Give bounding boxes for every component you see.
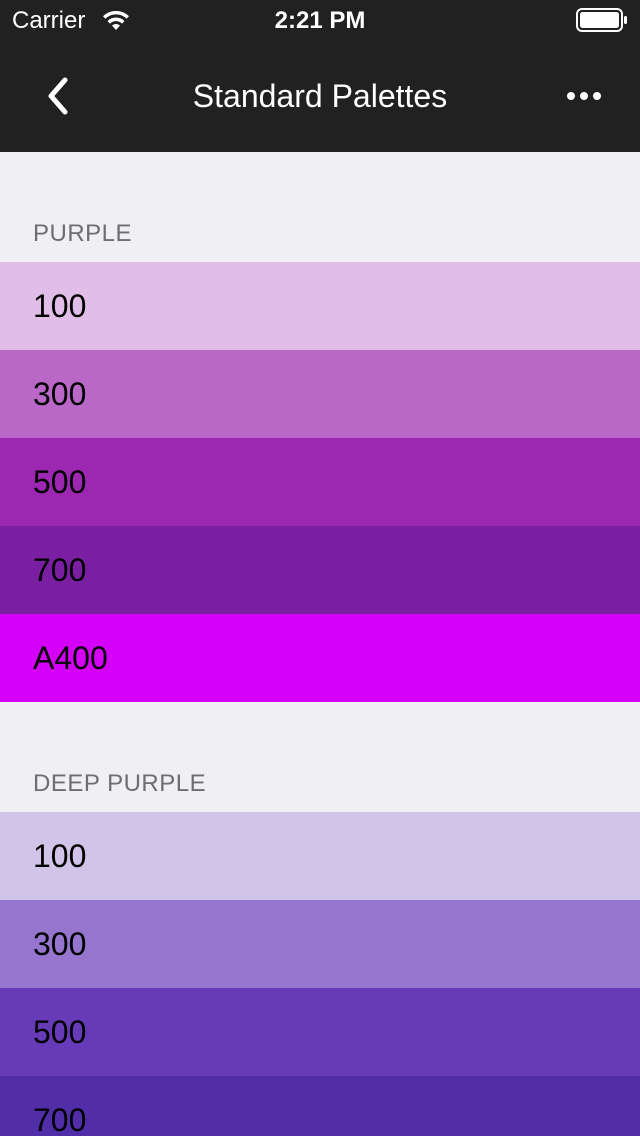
swatch-row[interactable]: 700: [0, 1076, 640, 1136]
swatch-label: 500: [33, 1013, 87, 1050]
swatch-row[interactable]: A400: [0, 614, 640, 702]
section-title: DEEP PURPLE: [33, 770, 207, 797]
swatch-label: 700: [33, 1101, 87, 1136]
swatch-row[interactable]: 300: [0, 900, 640, 988]
swatch-row[interactable]: 500: [0, 988, 640, 1076]
section-title: PURPLE: [33, 220, 133, 247]
swatch-label: A400: [33, 639, 108, 676]
swatch-label: 500: [33, 463, 87, 500]
swatch-label: 700: [33, 551, 87, 588]
section-header-purple: PURPLE: [0, 152, 640, 262]
swatch-row[interactable]: 500: [0, 438, 640, 526]
back-button[interactable]: [30, 62, 86, 130]
status-bar: Carrier 2:21 PM: [0, 0, 640, 40]
chevron-left-icon: [48, 77, 68, 115]
navigation-bar: Standard Palettes: [0, 40, 640, 152]
swatch-row[interactable]: 700: [0, 526, 640, 614]
battery-icon: [576, 8, 627, 32]
swatch-row[interactable]: 300: [0, 350, 640, 438]
more-horizontal-icon: [567, 92, 601, 100]
swatch-label: 300: [33, 925, 87, 962]
page-title: Standard Palettes: [192, 78, 448, 114]
swatch-row[interactable]: 100: [0, 812, 640, 900]
swatch-label: 300: [33, 375, 87, 412]
swatch-label: 100: [33, 287, 87, 324]
swatch-label: 100: [33, 837, 87, 874]
palette-list[interactable]: PURPLE 100 300 500 700 A400 DEEP PURPLE …: [0, 152, 640, 1136]
status-time: 2:21 PM: [274, 7, 366, 34]
swatch-row[interactable]: 100: [0, 262, 640, 350]
section-header-deep-purple: DEEP PURPLE: [0, 702, 640, 812]
more-options-button[interactable]: [556, 70, 612, 122]
